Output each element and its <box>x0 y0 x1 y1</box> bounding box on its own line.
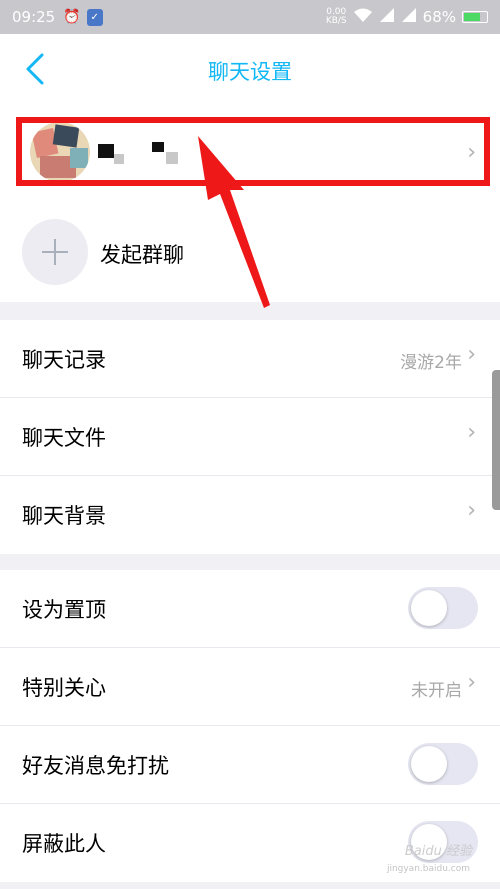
chat-background-row[interactable]: 聊天背景 › <box>0 476 500 554</box>
special-care-value: 未开启 <box>411 681 462 701</box>
status-time: 09:25 <box>12 8 56 26</box>
do-not-disturb-row: 好友消息免打扰 <box>0 726 500 804</box>
chevron-right-icon: › <box>467 342 476 367</box>
plus-icon[interactable] <box>22 219 88 285</box>
battery-icon <box>462 11 488 23</box>
status-bar: 09:25 ⏰ ✓ 0.00 KB/S 68% <box>0 0 500 34</box>
scrollbar-thumb[interactable] <box>492 370 500 510</box>
pin-to-top-label: 设为置顶 <box>22 598 106 622</box>
chat-files-row[interactable]: 聊天文件 › <box>0 398 500 476</box>
do-not-disturb-toggle[interactable] <box>408 743 478 785</box>
battery-percent: 68% <box>422 8 456 26</box>
special-care-label: 特别关心 <box>22 676 106 700</box>
signal-icon <box>401 7 417 27</box>
watermark-url: jingyan.baidu.com <box>386 864 470 874</box>
net-speed: 0.00 KB/S <box>325 7 347 26</box>
pin-to-top-toggle[interactable] <box>408 587 478 629</box>
page-title: 聊天设置 <box>208 60 292 84</box>
do-not-disturb-label: 好友消息免打扰 <box>22 754 169 778</box>
chevron-right-icon: › <box>467 420 476 445</box>
blurred-name <box>96 140 128 168</box>
alarm-icon: ⏰ <box>63 9 81 25</box>
chat-background-label: 聊天背景 <box>22 504 106 528</box>
chevron-right-icon: › <box>467 140 476 165</box>
chat-history-row[interactable]: 聊天记录 漫游2年 › <box>0 320 500 398</box>
chevron-right-icon: › <box>467 498 476 523</box>
avatar[interactable] <box>30 122 90 182</box>
chat-history-label: 聊天记录 <box>22 348 106 372</box>
chat-files-label: 聊天文件 <box>22 426 106 450</box>
watermark: Baidu 经验 <box>404 844 472 859</box>
block-contact-label: 屏蔽此人 <box>22 832 106 856</box>
shield-icon: ✓ <box>86 8 103 26</box>
start-group-chat-row[interactable]: 发起群聊 <box>0 202 500 302</box>
nav-bar: 聊天设置 <box>0 34 500 104</box>
profile-row[interactable]: › <box>0 104 500 202</box>
wifi-icon <box>353 7 373 27</box>
chat-history-value: 漫游2年 <box>400 353 462 373</box>
start-group-chat-label: 发起群聊 <box>100 243 184 267</box>
blurred-name <box>150 140 184 168</box>
special-care-row[interactable]: 特别关心 未开启 › <box>0 648 500 726</box>
signal-4g-icon <box>379 7 395 27</box>
chevron-right-icon: › <box>467 670 476 695</box>
pin-to-top-row: 设为置顶 <box>0 570 500 648</box>
